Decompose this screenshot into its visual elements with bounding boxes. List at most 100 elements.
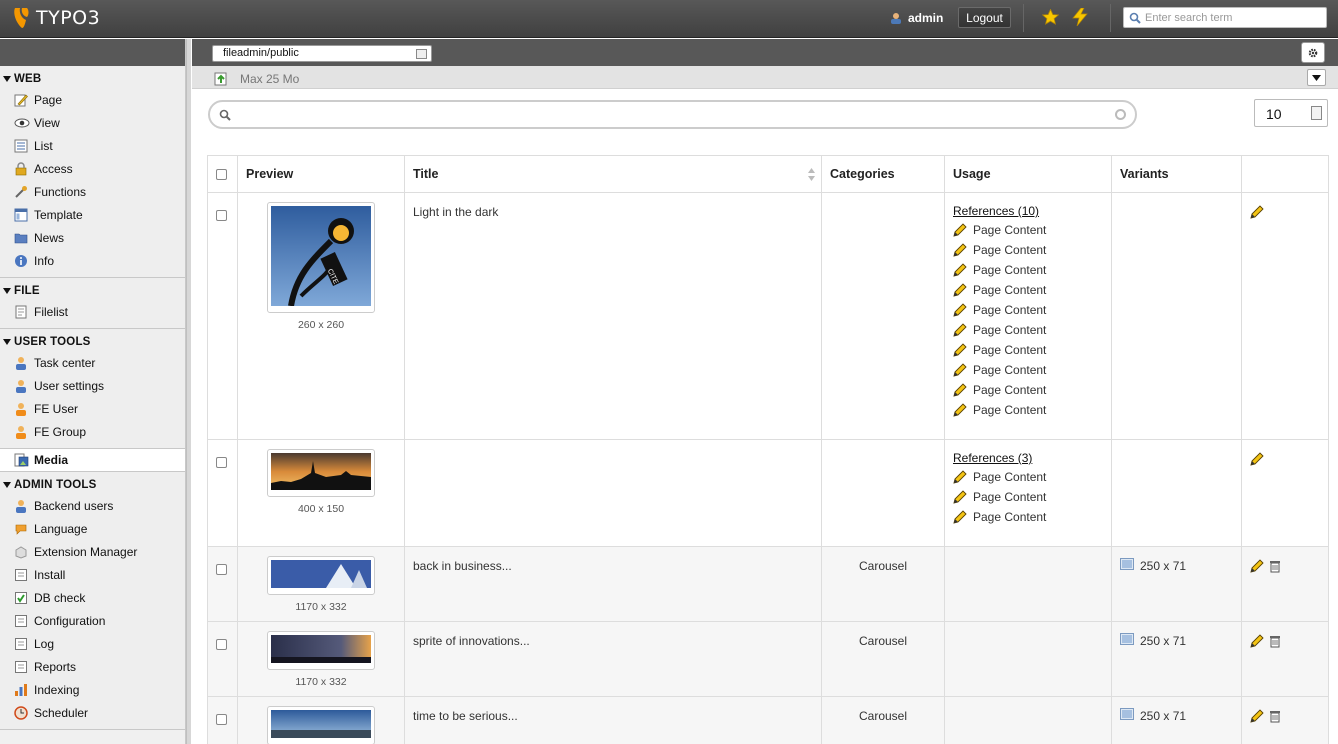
reference-item[interactable]: Page Content: [953, 340, 1103, 360]
column-usage[interactable]: Usage: [944, 155, 1112, 193]
module-item-backend-users[interactable]: Backend users: [0, 494, 185, 517]
edit-pencil-icon[interactable]: [1250, 205, 1264, 219]
module-item-reports[interactable]: Reports: [0, 655, 185, 678]
global-search-input[interactable]: Enter search term: [1123, 7, 1327, 28]
module-item-filelist[interactable]: Filelist: [0, 300, 185, 323]
reference-item[interactable]: Page Content: [953, 300, 1103, 320]
column-preview[interactable]: Preview: [237, 155, 405, 193]
reference-item[interactable]: Page Content: [953, 260, 1103, 280]
reference-item[interactable]: Page Content: [953, 220, 1103, 240]
module-group-title[interactable]: USER TOOLS: [0, 333, 185, 351]
module-item-fe-user[interactable]: FE User: [0, 397, 185, 420]
module-group-label: WEB: [14, 73, 42, 85]
thumbnail[interactable]: [267, 706, 375, 744]
module-item-language[interactable]: Language: [0, 517, 185, 540]
clear-search-icon[interactable]: [1115, 109, 1126, 120]
column-variants[interactable]: Variants: [1111, 155, 1242, 193]
sort-icon[interactable]: [808, 168, 815, 181]
module-item-template[interactable]: Template: [0, 203, 185, 226]
module-item-news[interactable]: News: [0, 226, 185, 249]
module-item-user-settings[interactable]: User settings: [0, 374, 185, 397]
module-item-install[interactable]: Install: [0, 563, 185, 586]
table-row[interactable]: CITE 260 x 260 Light in the dark References…: [207, 192, 1329, 440]
module-item-configuration[interactable]: Configuration: [0, 609, 185, 632]
module-item-label: Page: [34, 92, 63, 107]
module-item-functions[interactable]: Functions: [0, 180, 185, 203]
module-item-access[interactable]: Access: [0, 157, 185, 180]
thumbnail[interactable]: [267, 449, 375, 497]
row-checkbox[interactable]: [216, 457, 227, 468]
file-title: sprite of innovations...: [413, 634, 530, 648]
table-row[interactable]: 1170 x 332 sprite of innovations... Carous…: [207, 621, 1329, 697]
module-group-title[interactable]: FILE: [0, 282, 185, 300]
settings-button[interactable]: [1301, 42, 1325, 63]
trash-icon[interactable]: [1268, 559, 1282, 573]
module-group-title[interactable]: WEB: [0, 70, 185, 88]
media-search-input[interactable]: [208, 100, 1137, 129]
logout-button[interactable]: Logout: [958, 7, 1011, 28]
row-checkbox[interactable]: [216, 564, 227, 575]
table-row[interactable]: 400 x 150 References (3) Page Content Page …: [207, 439, 1329, 547]
upload-icon[interactable]: [214, 71, 228, 86]
reference-item[interactable]: Page Content: [953, 360, 1103, 380]
column-title[interactable]: Title: [404, 155, 822, 193]
edit-pencil-icon[interactable]: [1250, 709, 1264, 723]
reference-item[interactable]: Page Content: [953, 240, 1103, 260]
reference-item[interactable]: Page Content: [953, 380, 1103, 400]
table-row[interactable]: time to be serious... Carousel 250 x 71: [207, 696, 1329, 744]
clear-cache-bolt-icon[interactable]: [1072, 8, 1088, 26]
module-item-extension-manager[interactable]: Extension Manager: [0, 540, 185, 563]
reference-item[interactable]: Page Content: [953, 487, 1103, 507]
module-item-media[interactable]: Media: [0, 449, 185, 472]
collapse-toggle-button[interactable]: [1307, 69, 1326, 86]
reference-label: Page Content: [973, 223, 1047, 237]
thumbnail[interactable]: CITE: [267, 202, 375, 313]
thumbnail[interactable]: [267, 556, 375, 595]
module-item-task-center[interactable]: Task center: [0, 351, 185, 374]
variant-item[interactable]: 250 x 71: [1120, 558, 1233, 573]
trash-icon[interactable]: [1268, 709, 1282, 723]
edit-pencil-icon[interactable]: [1250, 634, 1264, 648]
image-variant-icon: [1120, 708, 1134, 723]
references-count: References (10): [953, 204, 1040, 218]
module-item-db-check[interactable]: DB check: [0, 586, 185, 609]
trash-icon[interactable]: [1268, 634, 1282, 648]
reference-label: Page Content: [973, 470, 1047, 484]
column-categories[interactable]: Categories: [821, 155, 945, 193]
page-size-select[interactable]: 10: [1254, 99, 1328, 127]
module-item-indexing[interactable]: Indexing: [0, 678, 185, 701]
reference-item[interactable]: Page Content: [953, 320, 1103, 340]
folder-select[interactable]: fileadmin/public: [212, 45, 432, 62]
row-checkbox[interactable]: [216, 210, 227, 221]
module-item-log[interactable]: Log: [0, 632, 185, 655]
table-row[interactable]: 1170 x 332 back in business... Carousel 250…: [207, 546, 1329, 622]
reference-item[interactable]: Page Content: [953, 280, 1103, 300]
bookmarks-star-icon[interactable]: [1042, 9, 1059, 25]
select-all-checkbox[interactable]: [216, 168, 227, 180]
reference-item[interactable]: Page Content: [953, 467, 1103, 487]
user-menu[interactable]: admin: [890, 11, 943, 25]
table-header-row: Preview Title Categories Usage Variants: [207, 155, 1329, 193]
module-item-info[interactable]: Info: [0, 249, 185, 272]
row-checkbox[interactable]: [216, 639, 227, 650]
variant-item[interactable]: 250 x 71: [1120, 633, 1233, 648]
module-item-page[interactable]: Page: [0, 88, 185, 111]
typo3-logo[interactable]: TYPO3: [12, 6, 100, 30]
file-categories: Carousel: [858, 634, 908, 648]
reference-item[interactable]: Page Content: [953, 507, 1103, 527]
module-item-scheduler[interactable]: Scheduler: [0, 701, 185, 724]
edit-pencil-icon[interactable]: [1250, 559, 1264, 573]
sidebar-resize-handle[interactable]: [186, 39, 191, 744]
thumbnail[interactable]: [267, 631, 375, 670]
variant-item[interactable]: 250 x 71: [1120, 708, 1233, 723]
module-group-title[interactable]: ADMIN TOOLS: [0, 476, 185, 494]
column-actions: [1241, 155, 1329, 193]
module-item-list[interactable]: List: [0, 134, 185, 157]
references-link[interactable]: References (3): [953, 451, 1103, 465]
row-checkbox[interactable]: [216, 714, 227, 725]
edit-pencil-icon[interactable]: [1250, 452, 1264, 466]
module-item-fe-group[interactable]: FE Group: [0, 420, 185, 443]
module-item-view[interactable]: View: [0, 111, 185, 134]
reference-item[interactable]: Page Content: [953, 400, 1103, 420]
references-link[interactable]: References (10): [953, 204, 1103, 218]
